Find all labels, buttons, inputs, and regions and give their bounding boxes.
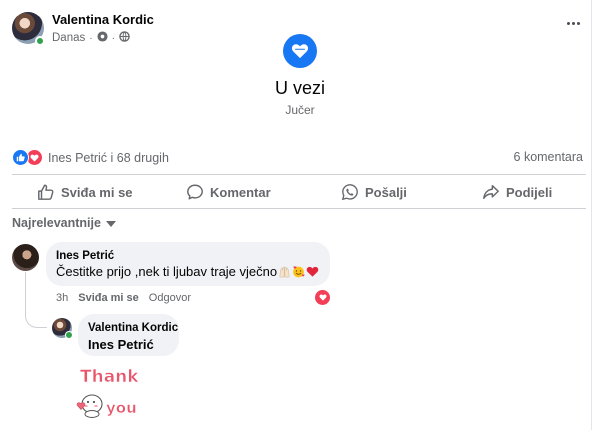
whatsapp-icon (341, 184, 358, 201)
like-label: Sviđa mi se (61, 184, 133, 200)
comment-icon (187, 184, 203, 200)
reply-bubble: Valentina Kordic Ines Petrić (78, 314, 179, 356)
life-event-title: U vezi (274, 78, 325, 98)
meta-separator-2: · (111, 32, 115, 44)
post-meta: Danas · · (52, 31, 130, 45)
reactions-summary[interactable]: Ines Petrić i 68 drugih (12, 149, 169, 166)
reactions-text[interactable]: Ines Petrić i 68 drugih (48, 151, 169, 165)
post-card: Valentina Kordic Danas · · U vezi Jučer … (0, 0, 592, 430)
smiling-face-with-hearts-emoji-icon (293, 266, 305, 278)
comment-reply-button[interactable]: Odgovor (149, 292, 191, 304)
raised-hands-emoji-icon (279, 266, 290, 278)
like-button[interactable]: Sviđa mi se (37, 178, 133, 206)
reply-mention[interactable]: Ines Petrić (88, 337, 154, 352)
settings-icon (97, 31, 108, 45)
send-label: Pošalji (365, 184, 407, 200)
comment-actions: 3h Sviđa mi se Odgovor (56, 292, 191, 304)
comment-like-button[interactable]: Sviđa mi se (78, 292, 139, 304)
sticker-text-line1: Thank (80, 367, 139, 387)
divider (12, 174, 586, 175)
comment-button[interactable]: Komentar (186, 178, 271, 206)
comment-text: Čestitke prijo ,nek ti ljubav traje vječ… (56, 264, 319, 279)
comments-count[interactable]: 6 komentara (514, 150, 583, 164)
share-label: Podijeli (506, 184, 553, 200)
comment-love-reaction-icon[interactable] (315, 290, 330, 305)
life-event-date: Jučer (285, 103, 315, 117)
chevron-down-icon (105, 221, 116, 227)
comment-sort-label: Najrelevantnije (12, 216, 101, 230)
more-options-button[interactable] (562, 12, 584, 34)
send-button[interactable]: Pošalji (341, 178, 407, 206)
comment-sort-dropdown[interactable]: Najrelevantnije (12, 216, 116, 230)
red-heart-emoji-icon (306, 266, 319, 277)
commenter-avatar[interactable] (12, 244, 39, 271)
meta-separator: · (89, 32, 93, 44)
post-time[interactable]: Danas (52, 32, 85, 44)
divider-2 (12, 208, 586, 209)
reply-thread-line (25, 272, 47, 328)
more-dots-icon (566, 21, 570, 25)
comment-bubble: Ines Petrić Čestitke prijo ,nek ti ljuba… (46, 242, 330, 286)
share-button[interactable]: Podijeli (482, 178, 552, 206)
sticker-text-line2: you (106, 399, 137, 417)
post-author-name[interactable]: Valentina Kordic (52, 12, 154, 27)
globe-icon[interactable] (119, 31, 130, 45)
comment-author[interactable]: Ines Petrić (56, 250, 114, 262)
comment-time[interactable]: 3h (56, 292, 68, 304)
thumbs-up-icon (38, 184, 54, 200)
share-icon (483, 184, 499, 200)
relationship-heart-icon (283, 34, 317, 68)
comment-body: Čestitke prijo ,nek ti ljubav traje vječ… (56, 264, 278, 279)
action-bar: Sviđa mi se Komentar Pošalji Podijeli (0, 178, 592, 206)
reply-online-status-dot (65, 331, 73, 339)
comment-label: Komentar (210, 184, 271, 200)
thank-you-sticker: Thank you (76, 367, 140, 418)
reply-author[interactable]: Valentina Kordic (88, 322, 178, 334)
like-reaction-icon (12, 149, 29, 166)
online-status-dot (35, 36, 45, 46)
